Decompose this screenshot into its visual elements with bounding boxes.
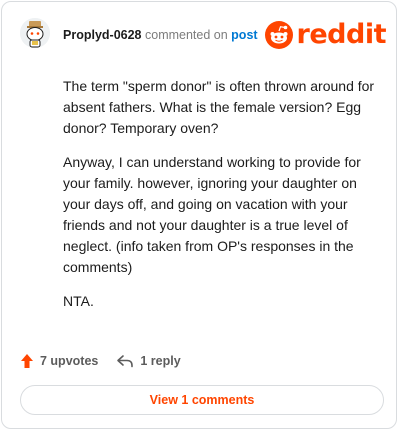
reddit-logo[interactable]: reddit — [264, 18, 387, 52]
comment-card: Proplyd-0628 commented on post reddit Th… — [1, 1, 397, 429]
reddit-snoo-icon — [264, 21, 293, 49]
username-link[interactable]: Proplyd-0628 — [63, 28, 142, 42]
comment-verb: commented on — [145, 28, 228, 42]
view-comments-button[interactable]: View 1 comments — [20, 385, 384, 415]
comment-actions: 7 upvotes 1 reply — [20, 350, 181, 372]
comment-paragraph: NTA. — [63, 293, 94, 309]
reply-button[interactable]: 1 reply — [116, 354, 181, 368]
comment-paragraph: Anyway, I can understand working to prov… — [63, 154, 361, 275]
comment-body: The term "sperm donor" is often thrown a… — [63, 76, 383, 325]
comment-meta: Proplyd-0628 commented on post — [63, 27, 258, 43]
upvote-button[interactable]: 7 upvotes — [20, 353, 98, 369]
reply-count: 1 reply — [140, 354, 181, 368]
reply-arrow-icon — [117, 355, 134, 368]
upvote-arrow-icon — [21, 354, 33, 368]
comment-paragraph: The term "sperm donor" is often thrown a… — [63, 78, 375, 136]
reddit-wordmark: reddit — [296, 19, 387, 50]
upvote-count: 7 upvotes — [40, 354, 99, 368]
comment-header: Proplyd-0628 commented on post reddit — [20, 18, 387, 52]
post-link[interactable]: post — [231, 28, 257, 42]
snoo-avatar-icon[interactable] — [20, 18, 50, 48]
